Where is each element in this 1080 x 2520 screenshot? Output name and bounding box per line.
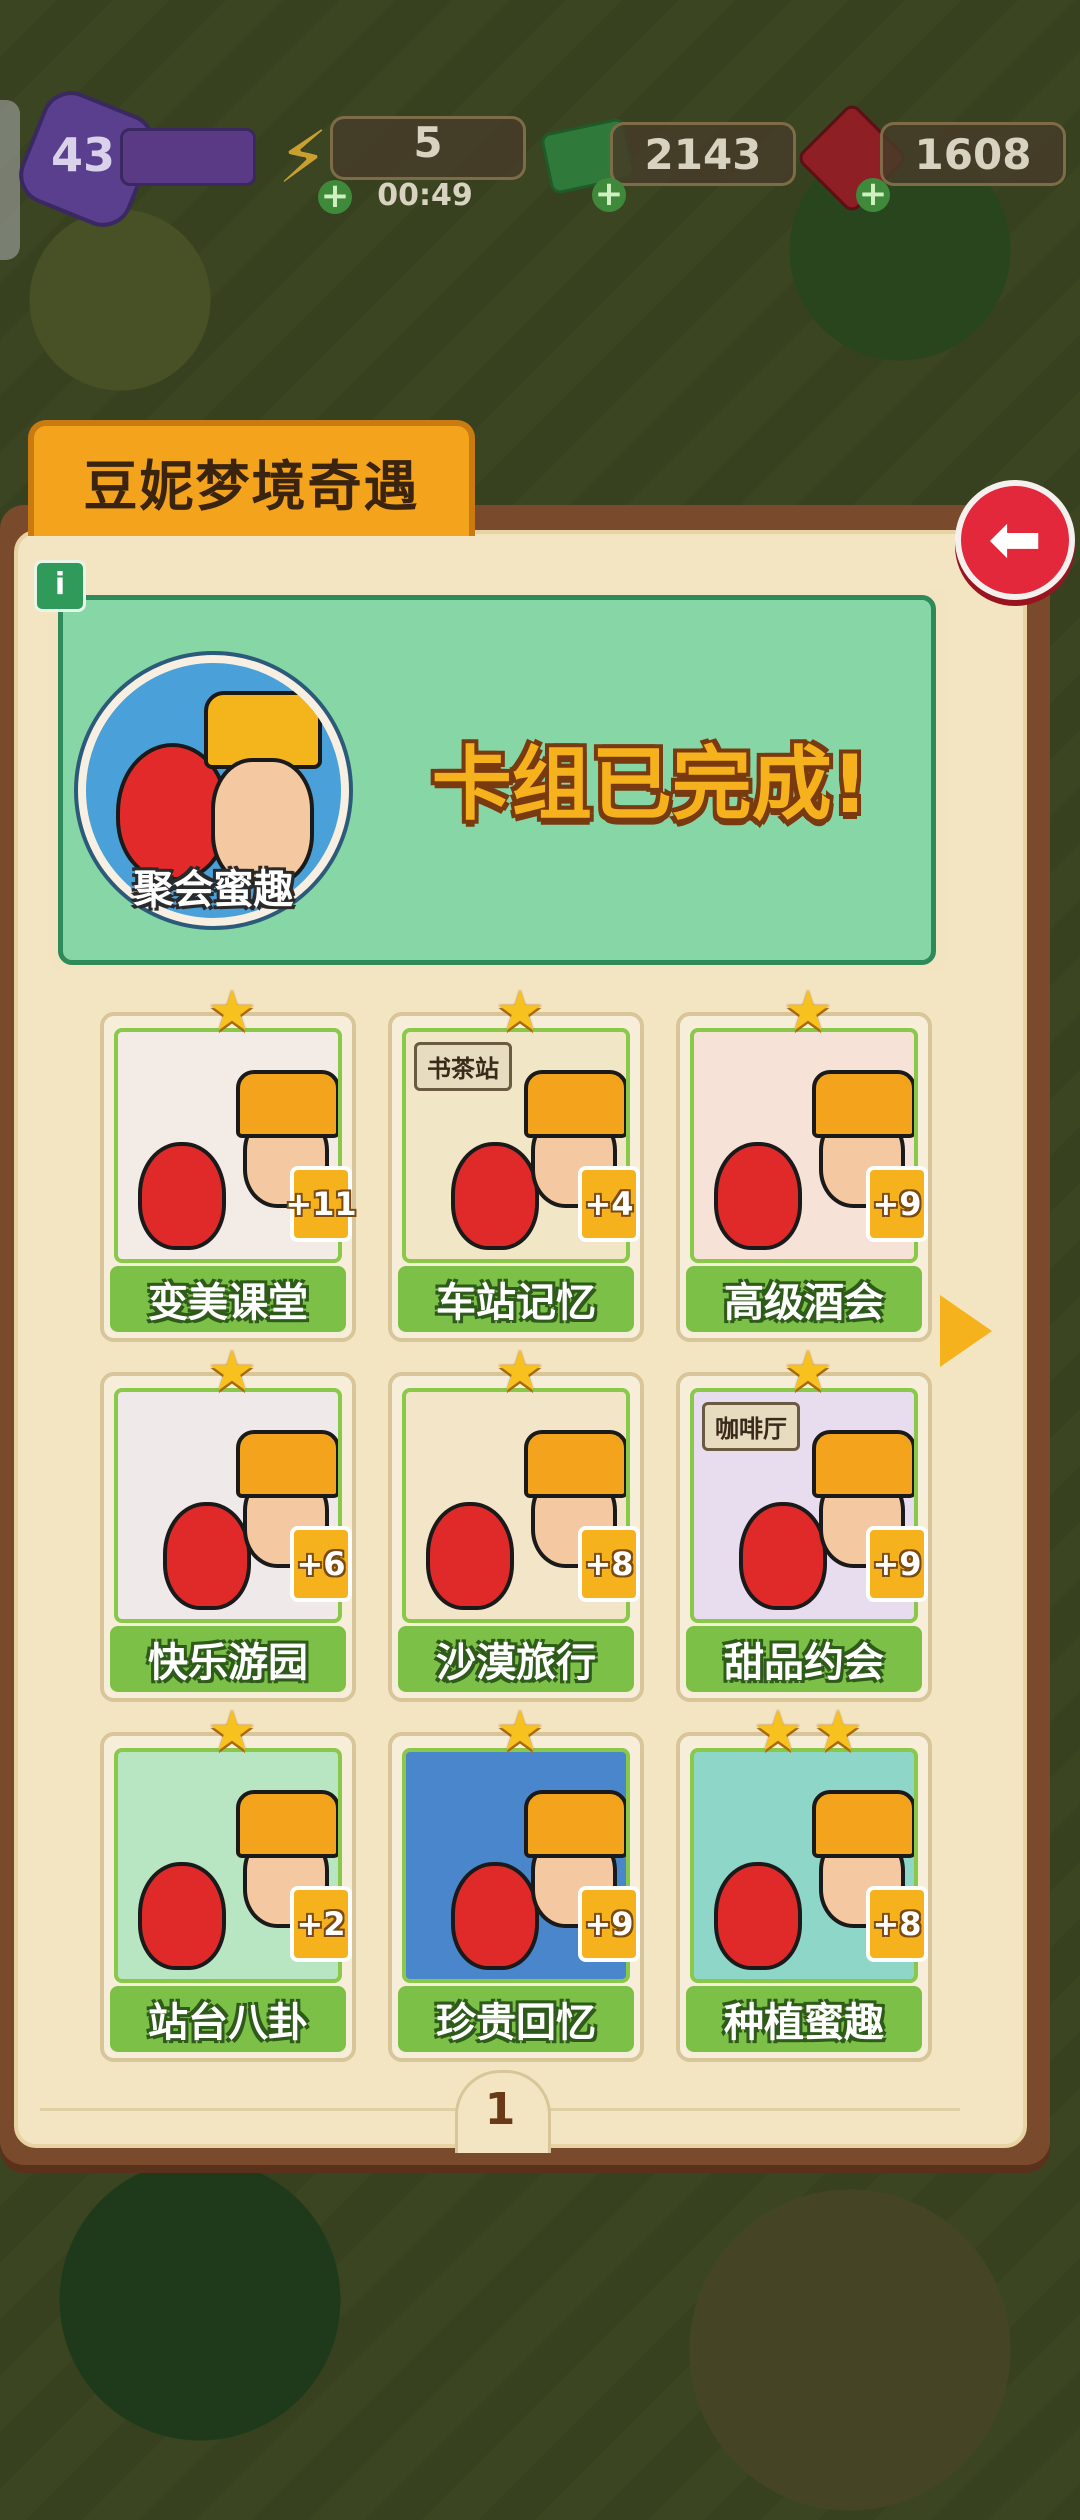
crown-hat-icon — [524, 1070, 626, 1138]
add-energy-button[interactable]: + — [318, 179, 352, 214]
next-page-arrow-icon[interactable] — [940, 1295, 992, 1367]
red-bean-character — [163, 1502, 251, 1610]
red-bean-character — [714, 1862, 802, 1970]
star-icon: ★ — [206, 1339, 258, 1404]
crown-hat-icon — [812, 1070, 914, 1138]
star-icon: ★ — [494, 1339, 546, 1404]
red-bean-character — [426, 1502, 514, 1610]
gem-counter: 1608 — [880, 122, 1066, 186]
crown-hat-icon — [236, 1430, 338, 1498]
card-label: 站台八卦 — [110, 1986, 346, 2052]
star-icon: ★ — [782, 979, 834, 1044]
add-cash-button[interactable]: + — [592, 177, 626, 212]
album-card[interactable]: +11 变美课堂 ★ — [100, 984, 357, 1342]
card-count-badge: +9 — [866, 1166, 928, 1242]
card-label: 高级酒会 — [686, 1266, 922, 1332]
star-icon: ★ — [494, 1699, 546, 1764]
star-icon: ★ — [752, 1699, 804, 1764]
album-card[interactable]: +9 珍贵回忆 ★ — [388, 1704, 644, 2062]
gem-value: 1608 — [914, 129, 1032, 179]
page-number: 1 — [484, 2084, 516, 2135]
energy-counter: 5 — [330, 116, 526, 180]
info-icon[interactable]: i — [34, 560, 86, 612]
xp-bar — [120, 128, 256, 186]
cash-counter: 2143 — [610, 122, 796, 186]
side-menu-handle[interactable] — [0, 100, 20, 260]
star-icon: ★ — [206, 979, 258, 1044]
album-card[interactable]: +2 站台八卦 ★ — [100, 1704, 356, 2062]
album-card[interactable]: +8 沙漠旅行 ★ — [388, 1344, 644, 1702]
card-count-badge: +9 — [578, 1886, 640, 1962]
star-icon: ★ — [782, 1339, 834, 1404]
star-icon: ★ — [206, 1699, 258, 1764]
card-label: 变美课堂 — [110, 1266, 346, 1332]
art-sign: 咖啡厅 — [702, 1402, 800, 1451]
album-card[interactable]: 咖啡厅 +9 甜品约会 ★ — [676, 1344, 932, 1702]
add-gems-button[interactable]: + — [856, 177, 890, 212]
card-label: 沙漠旅行 — [398, 1626, 634, 1692]
crown-hat-icon — [812, 1430, 914, 1498]
energy-timer: 00:49 — [377, 178, 473, 213]
card-label: 车站记忆 — [398, 1266, 634, 1332]
card-label: 快乐游园 — [110, 1626, 346, 1692]
card-count-badge: +9 — [866, 1526, 928, 1602]
red-bean-character — [138, 1142, 226, 1250]
star-icon: ★ — [812, 1699, 864, 1764]
red-bean-character — [138, 1862, 226, 1970]
red-bean-character — [739, 1502, 827, 1610]
card-count-badge: +8 — [578, 1526, 640, 1602]
red-bean-character — [451, 1142, 539, 1250]
deck-name: 聚会蜜趣 — [133, 867, 294, 913]
cash-value: 2143 — [644, 129, 762, 179]
back-arrow-icon: ⬅ — [988, 503, 1042, 577]
card-label: 种植蜜趣 — [686, 1986, 922, 2052]
crown-hat-icon — [236, 1070, 338, 1138]
card-label: 甜品约会 — [686, 1626, 922, 1692]
card-count-badge: +2 — [290, 1886, 352, 1962]
art-sign: 书茶站 — [414, 1042, 512, 1091]
deck-complete-text: 卡组已完成! — [431, 738, 869, 831]
red-bean-character — [451, 1862, 539, 1970]
crown-hat-icon — [524, 1790, 626, 1858]
star-icon: ★ — [494, 979, 546, 1044]
album-card[interactable]: +6 快乐游园 ★ — [100, 1344, 356, 1702]
album-card[interactable]: +9 高级酒会 ★ — [676, 984, 932, 1342]
crown-hat-icon — [524, 1430, 626, 1498]
card-count-badge: +4 — [578, 1166, 640, 1242]
card-count-badge: +6 — [290, 1526, 352, 1602]
album-card[interactable]: +8 种植蜜趣 ★ ★ — [676, 1704, 932, 2062]
card-label: 珍贵回忆 — [398, 1986, 634, 2052]
card-count-badge: +11 — [285, 1166, 357, 1242]
crown-hat-icon — [812, 1790, 914, 1858]
crown-hat-icon — [236, 1790, 338, 1858]
back-button[interactable]: ⬅ — [955, 480, 1075, 600]
album-title: 豆妮梦境奇遇 — [28, 420, 475, 536]
album-card[interactable]: 书茶站 +4 车站记忆 ★ — [388, 984, 644, 1342]
red-bean-character — [714, 1142, 802, 1250]
energy-value: 5 — [413, 117, 443, 167]
card-count-badge: +8 — [866, 1886, 928, 1962]
